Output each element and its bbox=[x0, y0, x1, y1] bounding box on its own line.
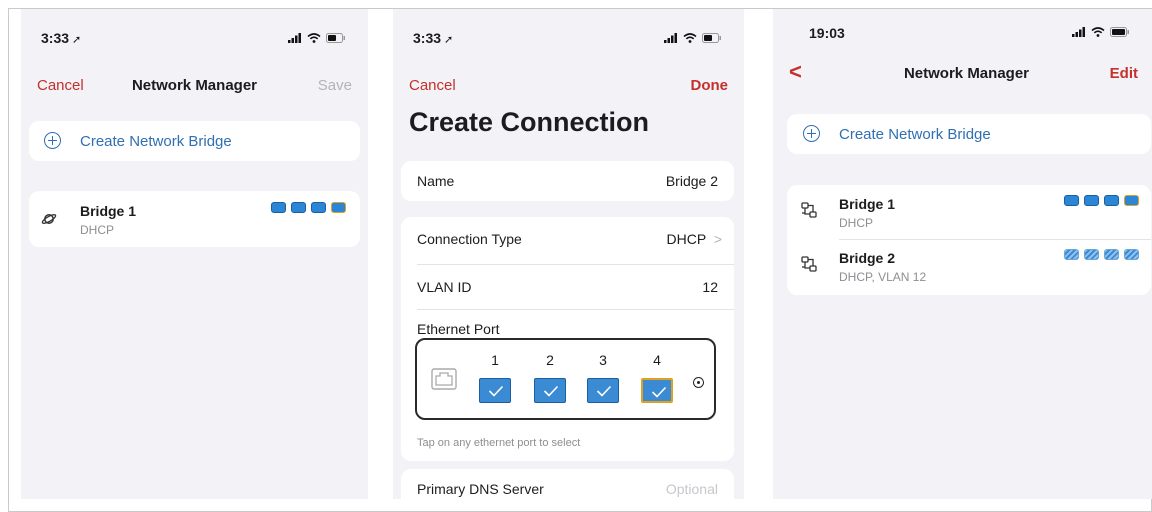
port-indicators bbox=[1064, 195, 1139, 206]
primary-dns-input[interactable]: Optional bbox=[666, 481, 718, 497]
port-number: 4 bbox=[653, 352, 661, 368]
port-indicators bbox=[1064, 249, 1139, 260]
divider bbox=[417, 309, 734, 310]
port-number: 3 bbox=[599, 352, 607, 368]
port-4-checkbox[interactable] bbox=[641, 378, 673, 403]
status-time: 19:03 bbox=[809, 25, 845, 41]
page-title: Network Manager bbox=[131, 77, 258, 94]
name-label: Name bbox=[417, 173, 455, 189]
status-time: 3:33 ➚ bbox=[41, 30, 82, 46]
edit-button[interactable]: Edit bbox=[1110, 65, 1138, 82]
plus-circle-icon bbox=[803, 125, 820, 142]
ethernet-port-selector: 1 2 3 4 bbox=[415, 338, 716, 420]
bridge-subtitle: DHCP bbox=[839, 216, 874, 230]
bridge-list: Bridge 1 DHCP Bridge 2 DHCP, VLAN 12 bbox=[787, 185, 1151, 295]
port-indicators bbox=[271, 202, 346, 213]
radio-target-icon bbox=[693, 377, 704, 388]
chevron-right-icon: > bbox=[713, 231, 722, 247]
cancel-button[interactable]: Cancel bbox=[409, 77, 456, 94]
bridge-name: Bridge 2 bbox=[839, 250, 896, 266]
bridge-list-item[interactable]: Bridge 1 DHCP bbox=[29, 191, 360, 247]
port-number: 2 bbox=[546, 352, 554, 368]
port-icon-selected bbox=[1124, 195, 1139, 206]
name-value[interactable]: Bridge 2 bbox=[666, 173, 718, 189]
port-icon bbox=[271, 202, 286, 213]
port-icon-pending bbox=[1064, 249, 1079, 260]
port-icon-pending bbox=[1084, 249, 1099, 260]
port-icon-pending bbox=[1104, 249, 1119, 260]
port-3-checkbox[interactable] bbox=[587, 378, 619, 403]
connection-settings-card: Connection Type DHCP > VLAN ID 12 Ethern… bbox=[401, 217, 734, 461]
status-bar: 3:33 ➚ bbox=[21, 9, 368, 65]
phone-screen-create-connection: 3:33 ➚ Cancel Done Create Connection Name… bbox=[393, 9, 744, 499]
navigation-bar: Cancel Done bbox=[393, 65, 744, 105]
port-icon-pending bbox=[1124, 249, 1139, 260]
port-2-checkbox[interactable] bbox=[534, 378, 566, 403]
create-bridge-label: Create Network Bridge bbox=[839, 126, 991, 143]
checkmark-icon bbox=[651, 386, 667, 398]
port-1-checkbox[interactable] bbox=[479, 378, 511, 403]
ethernet-icon bbox=[431, 368, 457, 390]
screenshot-frame: 3:33 ➚ Cancel Network Manager Save Create… bbox=[8, 8, 1152, 512]
battery-icon bbox=[326, 33, 345, 43]
ethernet-port-label: Ethernet Port bbox=[417, 321, 500, 337]
primary-dns-label: Primary DNS Server bbox=[417, 481, 544, 497]
page-title: Network Manager bbox=[903, 65, 1030, 82]
bridge-subtitle: DHCP, VLAN 12 bbox=[839, 270, 927, 284]
navigation-bar: Cancel Network Manager Save bbox=[21, 65, 368, 105]
bridge-list-item[interactable]: Bridge 1 DHCP bbox=[787, 185, 1151, 239]
port-icon bbox=[1084, 195, 1099, 206]
port-icon bbox=[291, 202, 306, 213]
status-time: 3:33 ➚ bbox=[413, 30, 454, 46]
checkmark-icon bbox=[543, 385, 559, 397]
status-bar: 19:03 bbox=[773, 9, 1152, 49]
bridge-list-item[interactable]: Bridge 2 DHCP, VLAN 12 bbox=[787, 240, 1151, 295]
phone-screen-network-manager-edit: 3:33 ➚ Cancel Network Manager Save Create… bbox=[21, 9, 368, 499]
battery-icon bbox=[1110, 27, 1129, 37]
planet-icon bbox=[41, 214, 57, 224]
create-bridge-label: Create Network Bridge bbox=[80, 133, 232, 150]
divider bbox=[417, 264, 734, 265]
status-bar: 3:33 ➚ bbox=[393, 9, 744, 65]
page-title: Create Connection bbox=[409, 107, 650, 137]
name-row[interactable]: Name Bridge 2 bbox=[401, 161, 734, 201]
port-icon-selected bbox=[331, 202, 346, 213]
signal-icon bbox=[1072, 27, 1085, 37]
checkmark-icon bbox=[488, 385, 504, 397]
location-arrow-icon: ➚ bbox=[72, 34, 82, 46]
ethernet-hint: Tap on any ethernet port to select bbox=[417, 437, 581, 449]
primary-dns-row[interactable]: Primary DNS Server Optional bbox=[401, 469, 734, 499]
create-bridge-button[interactable]: Create Network Bridge bbox=[787, 114, 1151, 154]
connection-type-label: Connection Type bbox=[417, 231, 522, 247]
plus-circle-icon bbox=[44, 132, 61, 149]
signal-icon bbox=[664, 33, 677, 43]
battery-icon bbox=[702, 33, 721, 43]
connection-type-select[interactable]: DHCP > bbox=[667, 231, 723, 247]
bridge-subtitle: DHCP bbox=[80, 223, 115, 237]
phone-screen-network-manager: 19:03 < Network Manager Edit Create Netw… bbox=[773, 9, 1152, 499]
port-icon bbox=[311, 202, 326, 213]
bridge-name: Bridge 1 bbox=[80, 203, 137, 219]
vlan-id-label: VLAN ID bbox=[417, 279, 472, 295]
bridge-name: Bridge 1 bbox=[839, 196, 896, 212]
create-bridge-button[interactable]: Create Network Bridge bbox=[29, 121, 360, 161]
wifi-icon bbox=[1091, 27, 1105, 37]
port-number: 1 bbox=[491, 352, 499, 368]
checkmark-icon bbox=[596, 385, 612, 397]
network-icon bbox=[801, 202, 817, 218]
vlan-id-input[interactable]: 12 bbox=[702, 279, 718, 295]
network-icon bbox=[801, 256, 817, 272]
save-button[interactable]: Save bbox=[318, 77, 352, 94]
navigation-bar: < Network Manager Edit bbox=[773, 53, 1152, 93]
wifi-icon bbox=[683, 33, 697, 43]
location-arrow-icon: ➚ bbox=[444, 34, 454, 46]
port-icon bbox=[1064, 195, 1079, 206]
port-icon bbox=[1104, 195, 1119, 206]
signal-icon bbox=[288, 33, 301, 43]
wifi-icon bbox=[307, 33, 321, 43]
done-button[interactable]: Done bbox=[691, 77, 729, 94]
